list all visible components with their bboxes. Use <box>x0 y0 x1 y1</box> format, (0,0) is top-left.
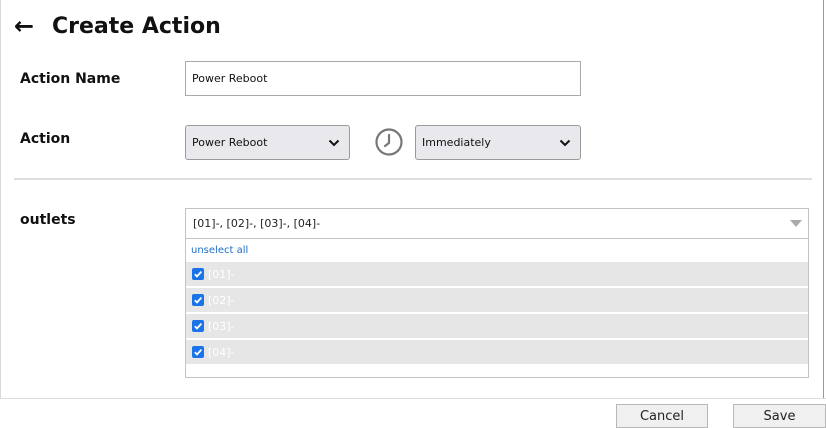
action-name-label: Action Name <box>20 71 121 87</box>
outlet-option[interactable]: [02]- <box>186 288 808 312</box>
unselect-all-link[interactable]: unselect all <box>191 245 248 256</box>
outlet-option-label: [03]- <box>208 319 235 333</box>
arrow-left-icon[interactable]: ← <box>14 14 44 38</box>
outlet-option[interactable]: [04]- <box>186 340 808 364</box>
timing-select-value: Immediately <box>422 136 491 149</box>
chevron-down-icon <box>558 136 572 150</box>
outlet-option-label: [01]- <box>208 267 235 281</box>
outlets-dropdown: unselect all [01]- [02]- [03]- [04]- <box>185 238 809 378</box>
checkbox-checked-icon[interactable] <box>192 320 204 332</box>
action-select[interactable]: Power Reboot <box>185 125 350 160</box>
outlet-option-label: [04]- <box>208 345 235 359</box>
page-header: ← Create Action <box>14 8 221 44</box>
outlet-option-label: [02]- <box>208 293 235 307</box>
checkbox-checked-icon[interactable] <box>192 294 204 306</box>
chevron-down-icon <box>327 136 341 150</box>
cancel-button[interactable]: Cancel <box>616 404 708 428</box>
section-divider <box>14 178 812 180</box>
outlets-summary: [01]-, [02]-, [03]-, [04]- <box>193 217 321 230</box>
action-select-value: Power Reboot <box>192 136 268 149</box>
window-right-edge <box>823 0 824 398</box>
footer-bar: Cancel Save <box>0 398 826 428</box>
page-title: Create Action <box>52 13 221 39</box>
save-button[interactable]: Save <box>733 404 826 428</box>
checkbox-checked-icon[interactable] <box>192 268 204 280</box>
clock-icon <box>374 127 404 157</box>
window-left-edge <box>0 0 1 425</box>
action-name-input[interactable] <box>185 61 581 96</box>
dropdown-arrow-icon[interactable] <box>790 220 802 227</box>
outlets-multiselect[interactable]: [01]-, [02]-, [03]-, [04]- <box>185 208 809 238</box>
action-label: Action <box>20 131 71 147</box>
outlets-label: outlets <box>20 212 76 228</box>
outlet-option[interactable]: [03]- <box>186 314 808 338</box>
checkbox-checked-icon[interactable] <box>192 346 204 358</box>
timing-select[interactable]: Immediately <box>415 125 581 160</box>
outlet-option[interactable]: [01]- <box>186 262 808 286</box>
